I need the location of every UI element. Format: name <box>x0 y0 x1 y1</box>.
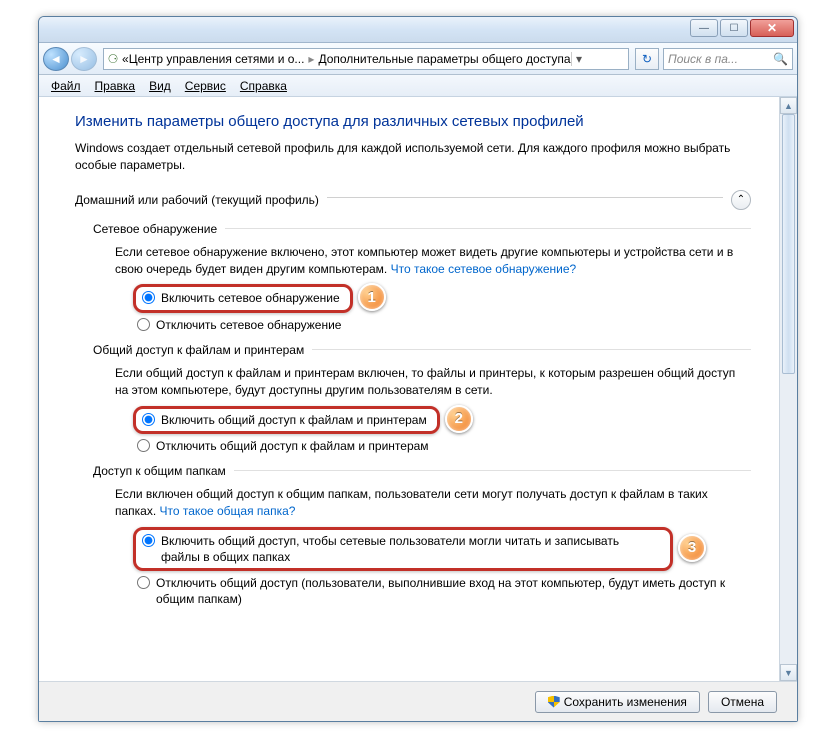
shield-icon <box>548 696 560 708</box>
radio-discovery-on-label: Включить сетевое обнаружение <box>161 290 340 306</box>
section-network-discovery: Сетевое обнаружение Если сетевое обнаруж… <box>93 222 751 335</box>
section-file-sharing: Общий доступ к файлам и принтерам Если о… <box>93 343 751 456</box>
menu-tools[interactable]: Сервис <box>179 77 232 95</box>
section-public-folders: Доступ к общим папкам Если включен общий… <box>93 464 751 610</box>
profile-header[interactable]: Домашний или рабочий (текущий профиль) ⌃ <box>75 190 751 210</box>
radio-fileshare-on[interactable] <box>142 413 155 426</box>
titlebar: — ☐ ✕ <box>39 17 797 43</box>
refresh-button[interactable]: ↻ <box>635 48 659 70</box>
radio-public-off-label: Отключить общий доступ (пользователи, вы… <box>156 575 747 607</box>
radio-discovery-on[interactable] <box>142 291 155 304</box>
footer-bar: Сохранить изменения Отмена <box>39 681 797 721</box>
menu-edit[interactable]: Правка <box>89 77 142 95</box>
save-button[interactable]: Сохранить изменения <box>535 691 700 713</box>
radio-public-on-label: Включить общий доступ, чтобы сетевые пол… <box>161 533 660 565</box>
search-placeholder: Поиск в па... <box>668 52 738 66</box>
vertical-scrollbar[interactable]: ▲ ▼ <box>779 97 797 681</box>
menu-view[interactable]: Вид <box>143 77 177 95</box>
navigation-bar: ◄ ► ⚆ « Центр управления сетями и о... ▸… <box>39 43 797 75</box>
window-frame: — ☐ ✕ ◄ ► ⚆ « Центр управления сетями и … <box>38 16 798 722</box>
scroll-thumb[interactable] <box>782 114 795 374</box>
page-title: Изменить параметры общего доступа для ра… <box>75 113 751 130</box>
menu-bar: Файл Правка Вид Сервис Справка <box>39 75 797 97</box>
search-icon: 🔍 <box>773 52 788 66</box>
section-title-discovery: Сетевое обнаружение <box>93 222 217 236</box>
refresh-icon: ↻ <box>642 52 652 66</box>
page-description: Windows создает отдельный сетевой профил… <box>75 140 751 174</box>
breadcrumb-prefix: « <box>122 52 129 66</box>
forward-button[interactable]: ► <box>71 47 97 71</box>
minimize-button[interactable]: — <box>690 19 718 37</box>
breadcrumb-separator: ▸ <box>304 52 318 66</box>
badge-2: 2 <box>445 405 473 433</box>
profile-label: Домашний или рабочий (текущий профиль) <box>75 193 319 207</box>
section-title-fileshare: Общий доступ к файлам и принтерам <box>93 343 304 357</box>
breadcrumb-part-2[interactable]: Дополнительные параметры общего доступа <box>318 52 570 66</box>
network-icon: ⚆ <box>104 52 122 66</box>
radio-discovery-off[interactable] <box>137 318 150 331</box>
close-button[interactable]: ✕ <box>750 19 794 37</box>
section-body-public: Если включен общий доступ к общим папкам… <box>115 486 751 521</box>
radio-fileshare-off[interactable] <box>137 439 150 452</box>
menu-file[interactable]: Файл <box>45 77 87 95</box>
address-bar[interactable]: ⚆ « Центр управления сетями и о... ▸ Доп… <box>103 48 629 70</box>
search-input[interactable]: Поиск в па... 🔍 <box>663 48 793 70</box>
link-what-is-discovery[interactable]: Что такое сетевое обнаружение? <box>391 262 577 276</box>
scroll-up-button[interactable]: ▲ <box>780 97 797 114</box>
radio-public-off[interactable] <box>137 576 150 589</box>
radio-discovery-off-label: Отключить сетевое обнаружение <box>156 317 341 333</box>
link-what-is-public-folder[interactable]: Что такое общая папка? <box>160 504 296 518</box>
maximize-button[interactable]: ☐ <box>720 19 748 37</box>
chevron-up-icon[interactable]: ⌃ <box>731 190 751 210</box>
scroll-down-button[interactable]: ▼ <box>780 664 797 681</box>
section-title-public: Доступ к общим папкам <box>93 464 226 478</box>
section-body-discovery: Если сетевое обнаружение включено, этот … <box>115 244 751 279</box>
radio-fileshare-on-label: Включить общий доступ к файлам и принтер… <box>161 412 427 428</box>
arrow-left-icon: ◄ <box>50 52 62 66</box>
menu-help[interactable]: Справка <box>234 77 293 95</box>
badge-3: 3 <box>678 534 706 562</box>
cancel-button[interactable]: Отмена <box>708 691 777 713</box>
radio-public-on[interactable] <box>142 534 155 547</box>
badge-1: 1 <box>358 283 386 311</box>
address-dropdown[interactable]: ▾ <box>571 52 587 66</box>
radio-fileshare-off-label: Отключить общий доступ к файлам и принте… <box>156 438 429 454</box>
back-button[interactable]: ◄ <box>43 47 69 71</box>
breadcrumb-part-1[interactable]: Центр управления сетями и о... <box>129 52 305 66</box>
section-body-fileshare: Если общий доступ к файлам и принтерам в… <box>115 365 751 400</box>
content-area: Изменить параметры общего доступа для ра… <box>39 97 779 681</box>
arrow-right-icon: ► <box>78 52 90 66</box>
